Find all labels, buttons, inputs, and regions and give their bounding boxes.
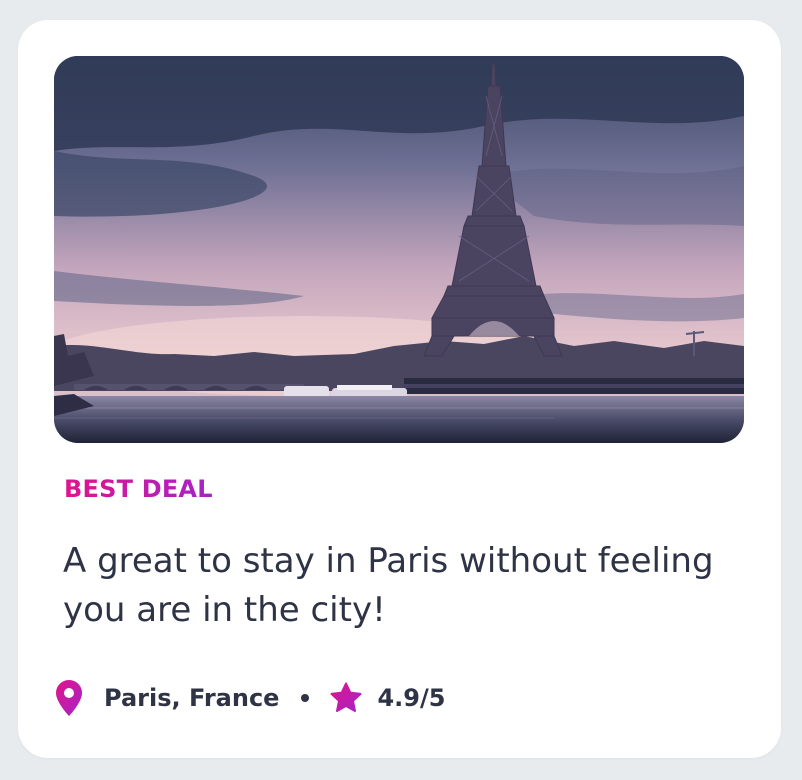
separator-dot [301,694,310,702]
star-icon [329,681,363,715]
listing-photo [54,56,744,443]
deal-badge: BEST DEAL [64,475,213,503]
rating-value: 4.9/5 [377,684,446,712]
listing-card[interactable]: BEST DEAL A great to stay in Paris witho… [18,20,781,758]
eiffel-tower-photo [54,56,744,443]
location-label: Paris, France [104,684,280,712]
map-pin-icon [54,678,84,718]
listing-headline: A great to stay in Paris without feeling… [63,541,714,630]
listing-meta: Paris, France 4.9/5 [54,678,445,718]
